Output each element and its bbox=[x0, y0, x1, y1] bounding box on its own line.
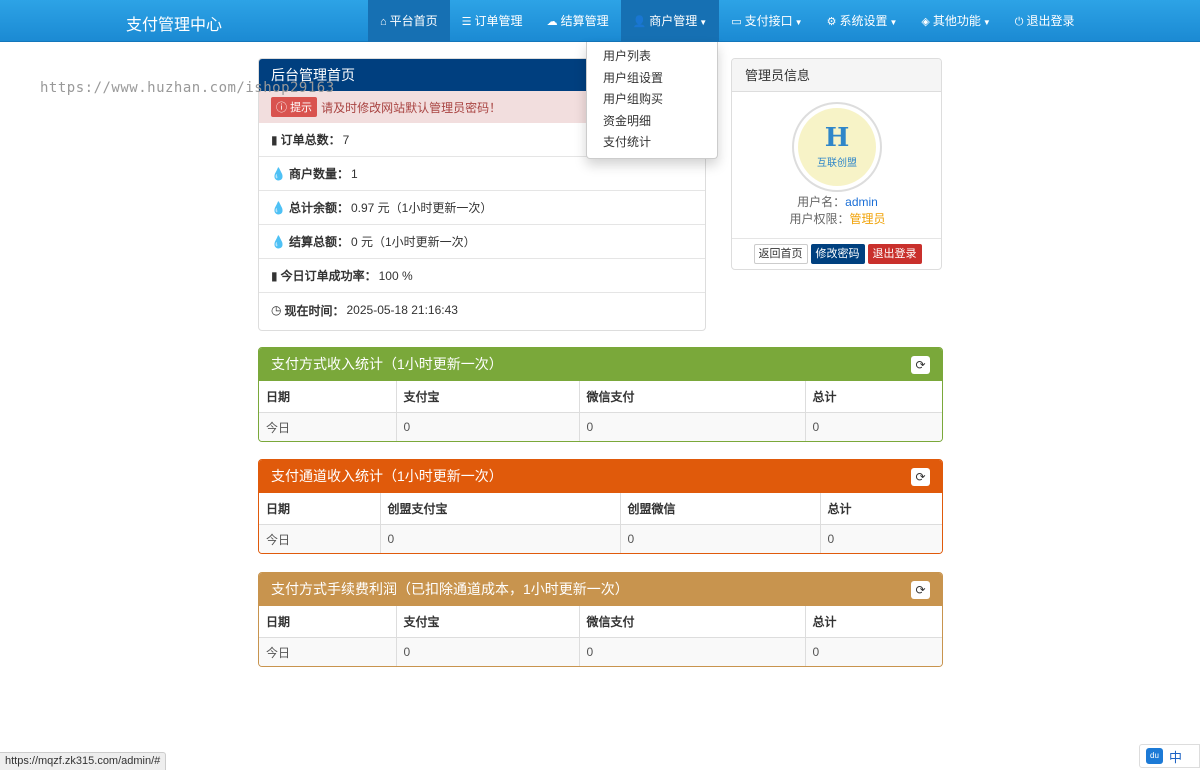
baidu-ime-icon[interactable]: du bbox=[1146, 748, 1163, 764]
drop-icon: 💧 bbox=[271, 166, 286, 181]
table-row: 今日 0 0 0 bbox=[259, 524, 942, 553]
alert-text: 请及时修改网站默认管理员密码！ bbox=[321, 100, 502, 115]
table-row: 今日 0 0 0 bbox=[259, 637, 942, 666]
stat-panel-title: 支付方式收入统计（1小时更新一次） bbox=[271, 356, 503, 372]
admin-username: admin bbox=[845, 195, 878, 209]
stat-panel-title: 支付方式手续费利润（已扣除通道成本，1小时更新一次） bbox=[271, 581, 629, 597]
menu-item-payment-stats[interactable]: 支付统计 bbox=[587, 132, 717, 154]
nav-system-settings[interactable]: ⚙ 系统设置 ▼ bbox=[815, 0, 910, 42]
ime-language-label[interactable]: 中 bbox=[1169, 747, 1182, 766]
menu-item-user-group-settings[interactable]: 用户组设置 bbox=[587, 68, 717, 90]
cloud-icon: ☁ bbox=[546, 16, 558, 28]
merchant-dropdown-menu: 用户列表 用户组设置 用户组购买 资金明细 支付统计 bbox=[586, 42, 718, 159]
bar-chart-icon: ▮ bbox=[271, 132, 278, 147]
refresh-icon[interactable]: ⟳ bbox=[911, 581, 930, 599]
admin-role: 管理员 bbox=[849, 212, 886, 226]
admin-panel-title: 管理员信息 bbox=[732, 59, 941, 92]
nav-other-functions[interactable]: ◈ 其他功能 ▼ bbox=[909, 0, 1002, 42]
nav-merchants[interactable]: 👤 商户管理 ▼ bbox=[620, 0, 720, 42]
top-navbar: 支付管理中心 ⌂ 平台首页 ☰ 订单管理 ☁ 结算管理 👤 商户管理 ▼ ▭ 支付接口 ▼ ⚙… bbox=[0, 0, 1200, 42]
admin-buttons: 返回首页 修改密码 退出登录 bbox=[732, 238, 941, 264]
refresh-icon[interactable]: ⟳ bbox=[911, 468, 930, 486]
drop-icon: 💧 bbox=[271, 234, 286, 249]
info-row-settlement-total: 💧 结算总额： 0 元（1小时更新一次） bbox=[259, 225, 705, 259]
main-nav: ⌂ 平台首页 ☰ 订单管理 ☁ 结算管理 👤 商户管理 ▼ ▭ 支付接口 ▼ ⚙ 系统设置 ▼ ◈… bbox=[368, 0, 1087, 42]
ime-toolbar[interactable]: du 中 bbox=[1139, 744, 1200, 768]
home-icon: ⌂ bbox=[380, 16, 387, 28]
stat-panel-header: 支付通道收入统计（1小时更新一次） ⟳ bbox=[259, 460, 942, 493]
stat-panel-header: 支付方式手续费利润（已扣除通道成本，1小时更新一次） ⟳ bbox=[259, 573, 942, 606]
back-home-button[interactable]: 返回首页 bbox=[753, 244, 808, 264]
logout-button[interactable]: 退出登录 bbox=[867, 244, 922, 264]
table-header-row: 日期 创盟支付宝 创盟微信 总计 bbox=[259, 493, 942, 525]
bar-chart-icon: ▮ bbox=[271, 268, 278, 283]
status-bar-url: https://mqzf.zk315.com/admin/# bbox=[0, 752, 167, 770]
info-row-current-time: ◷ 现在时间： 2025-05-18 21:16:43 bbox=[271, 303, 458, 318]
list-icon: ☰ bbox=[461, 16, 472, 28]
drop-icon: 💧 bbox=[271, 200, 286, 215]
user-icon: 👤 bbox=[632, 16, 647, 28]
clock-icon: ◷ bbox=[271, 303, 282, 317]
table-header-row: 日期 支付宝 微信支付 总计 bbox=[259, 606, 942, 638]
gear-icon: ⚙ bbox=[826, 16, 837, 28]
caret-down-icon: ▼ bbox=[982, 18, 991, 27]
menu-item-user-list[interactable]: 用户列表 bbox=[587, 46, 717, 68]
table-row: 今日 0 0 0 bbox=[259, 412, 942, 441]
menu-item-fund-details[interactable]: 资金明细 bbox=[587, 111, 717, 133]
logo-text: 互联创盟 bbox=[817, 158, 857, 169]
brand-title[interactable]: 支付管理中心 bbox=[126, 11, 222, 35]
caret-down-icon: ▼ bbox=[889, 18, 898, 27]
watermark-text: https://www.huzhan.com/ishop29163 bbox=[40, 80, 335, 96]
payment-channel-income-panel: 支付通道收入统计（1小时更新一次） ⟳ 日期 创盟支付宝 创盟微信 总计 今日 … bbox=[258, 459, 943, 554]
nav-logout[interactable]: ⏻ 退出登录 bbox=[1003, 0, 1087, 42]
change-password-button[interactable]: 修改密码 bbox=[810, 244, 865, 264]
nav-settlement[interactable]: ☁ 结算管理 bbox=[535, 0, 621, 42]
credit-card-icon: ▭ bbox=[731, 16, 742, 28]
admin-username-line: 用户名：admin bbox=[797, 195, 878, 209]
table-header-row: 日期 支付宝 微信支付 总计 bbox=[259, 381, 942, 413]
nav-payment-api[interactable]: ▭ 支付接口 ▼ bbox=[719, 0, 814, 42]
admin-info-panel: 管理员信息 H 互联创盟 用户名：admin 用户权限：管理员 返回首页 修改密… bbox=[731, 58, 942, 270]
stat-table: 日期 创盟支付宝 创盟微信 总计 今日 0 0 0 bbox=[259, 493, 942, 553]
stat-panel-title: 支付通道收入统计（1小时更新一次） bbox=[271, 468, 503, 484]
logo-image: H 互联创盟 bbox=[798, 108, 876, 186]
stat-table: 日期 支付宝 微信支付 总计 今日 0 0 0 bbox=[259, 606, 942, 666]
refresh-icon[interactable]: ⟳ bbox=[911, 356, 930, 374]
logo-letters: H bbox=[824, 123, 850, 153]
nav-orders[interactable]: ☰ 订单管理 bbox=[450, 0, 535, 42]
caret-down-icon: ▼ bbox=[794, 18, 803, 27]
info-icon: ⓘ bbox=[276, 102, 287, 114]
avatar: H 互联创盟 bbox=[792, 102, 882, 192]
cube-icon: ◈ bbox=[921, 16, 930, 28]
stat-table: 日期 支付宝 微信支付 总计 今日 0 0 0 bbox=[259, 381, 942, 441]
power-icon: ⏻ bbox=[1014, 16, 1024, 28]
alert-tag: ⓘ 提示 bbox=[271, 97, 318, 117]
admin-role-line: 用户权限：管理员 bbox=[789, 212, 886, 226]
nav-platform-home[interactable]: ⌂ 平台首页 bbox=[368, 0, 450, 42]
menu-item-user-group-purchase[interactable]: 用户组购买 bbox=[587, 89, 717, 111]
caret-down-icon: ▼ bbox=[699, 18, 708, 27]
info-row-total-balance: 💧 总计余额： 0.97 元（1小时更新一次） bbox=[259, 191, 705, 225]
info-row-merchant-count: 💧 商户数量： 1 bbox=[259, 157, 705, 191]
payment-method-income-panel: 支付方式收入统计（1小时更新一次） ⟳ 日期 支付宝 微信支付 总计 今日 0 … bbox=[258, 347, 943, 442]
info-row-success-rate: ▮ 今日订单成功率： 100 % bbox=[259, 259, 705, 293]
fee-profit-panel: 支付方式手续费利润（已扣除通道成本，1小时更新一次） ⟳ 日期 支付宝 微信支付… bbox=[258, 572, 943, 667]
stat-panel-header: 支付方式收入统计（1小时更新一次） ⟳ bbox=[259, 348, 942, 381]
